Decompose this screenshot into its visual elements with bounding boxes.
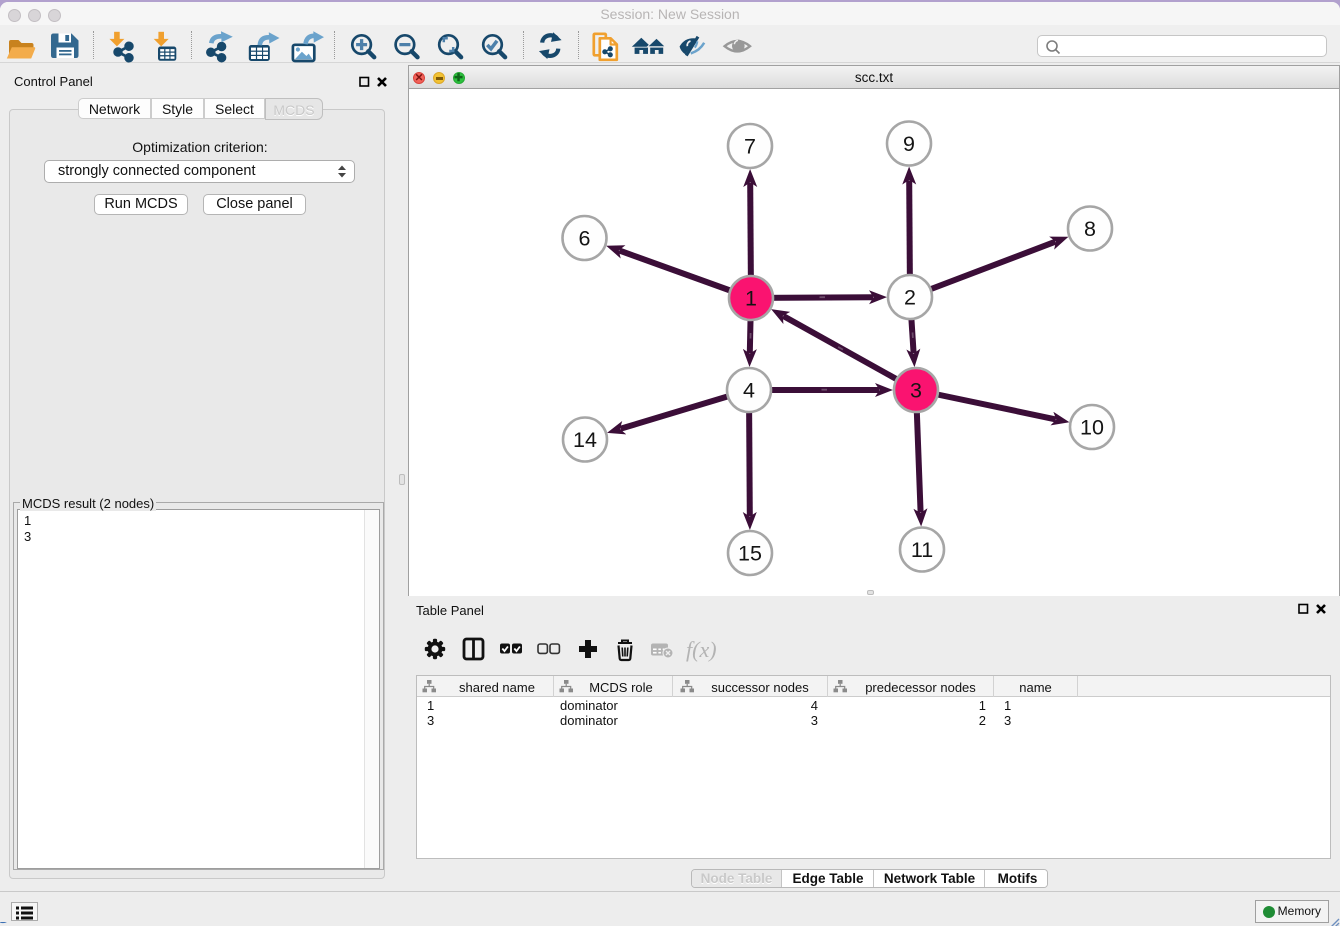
svg-text:4: 4 bbox=[743, 379, 755, 403]
svg-text:f(x): f(x) bbox=[686, 637, 717, 662]
svg-text:11: 11 bbox=[911, 538, 933, 562]
svg-text:3: 3 bbox=[910, 379, 922, 403]
svg-text:9: 9 bbox=[903, 132, 915, 156]
svg-text:15: 15 bbox=[738, 542, 762, 566]
svg-text:1: 1 bbox=[745, 287, 757, 311]
svg-text:8: 8 bbox=[1084, 217, 1096, 241]
svg-text:6: 6 bbox=[579, 227, 591, 251]
svg-text:14: 14 bbox=[573, 428, 597, 452]
svg-text:7: 7 bbox=[744, 135, 756, 159]
svg-text:10: 10 bbox=[1080, 416, 1104, 440]
svg-text:2: 2 bbox=[904, 286, 916, 310]
